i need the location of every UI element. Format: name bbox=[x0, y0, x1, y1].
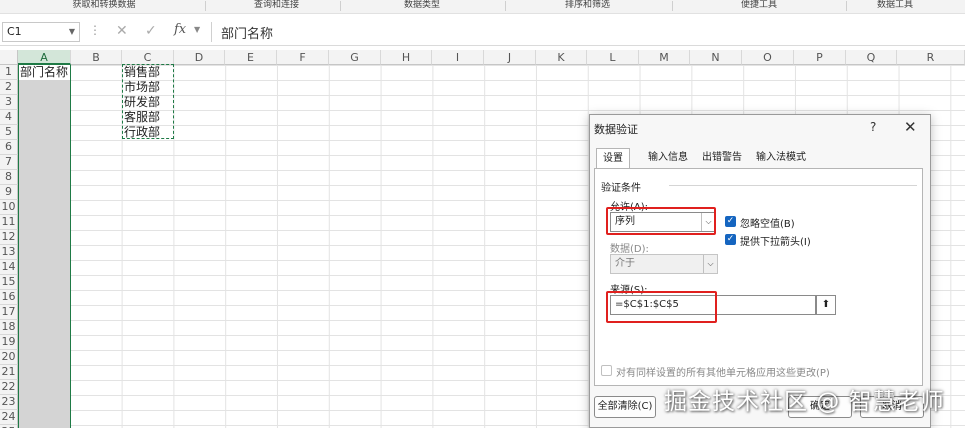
column-header-b[interactable]: B bbox=[71, 50, 122, 65]
apply-all-label: 对有同样设置的所有其他单元格应用这些更改(P) bbox=[616, 368, 830, 379]
row-header-17[interactable]: 17 bbox=[0, 305, 18, 320]
column-header-l[interactable]: L bbox=[587, 50, 639, 65]
ribbon-separator bbox=[846, 1, 847, 11]
in-cell-dropdown-checkbox[interactable]: ✓ bbox=[725, 234, 736, 245]
clear-all-button[interactable]: 全部清除(C) bbox=[594, 396, 656, 418]
tab-ime-mode[interactable]: 输入法模式 bbox=[750, 148, 812, 168]
selected-column-a[interactable] bbox=[18, 65, 71, 428]
column-header-k[interactable]: K bbox=[536, 50, 587, 65]
row-header-20[interactable]: 20 bbox=[0, 350, 18, 365]
column-header-p[interactable]: P bbox=[794, 50, 846, 65]
tab-settings[interactable]: 设置 bbox=[596, 148, 630, 169]
formula-bar: C1 ▼ ⋮ ✕ ✓ fx ▼ 部门名称 bbox=[0, 18, 965, 46]
enter-icon[interactable]: ✓ bbox=[145, 23, 157, 39]
column-header-d[interactable]: D bbox=[174, 50, 225, 65]
row-header-8[interactable]: 8 bbox=[0, 170, 18, 185]
ribbon-separator bbox=[672, 1, 673, 11]
tab-input-message[interactable]: 输入信息 bbox=[642, 148, 694, 168]
column-header-r[interactable]: R bbox=[897, 50, 965, 65]
ribbon-group-bar: 获取和转换数据 查询和连接 数据类型 排序和筛选 便捷工具 数据工具 bbox=[0, 0, 965, 14]
more-icon[interactable]: ⋮ bbox=[89, 23, 101, 37]
in-cell-dropdown-label: 提供下拉箭头(I) bbox=[740, 237, 811, 248]
apply-all-checkbox bbox=[601, 365, 612, 376]
highlight-box bbox=[606, 207, 716, 235]
row-header-18[interactable]: 18 bbox=[0, 320, 18, 335]
ribbon-group-queries: 查询和连接 bbox=[253, 0, 299, 10]
row-header-3[interactable]: 3 bbox=[0, 95, 18, 110]
column-header-e[interactable]: E bbox=[225, 50, 277, 65]
column-header-c[interactable]: C bbox=[122, 50, 174, 65]
help-icon[interactable]: ? bbox=[870, 120, 876, 134]
chevron-down-icon[interactable]: ▼ bbox=[194, 25, 200, 34]
column-header-g[interactable]: G bbox=[329, 50, 381, 65]
data-label: 数据(D): bbox=[610, 244, 649, 255]
ribbon-separator bbox=[505, 1, 506, 11]
chevron-down-icon[interactable]: ▼ bbox=[69, 23, 75, 41]
cancel-icon[interactable]: ✕ bbox=[116, 23, 128, 39]
ribbon-separator bbox=[340, 1, 341, 11]
row-header-1[interactable]: 1 bbox=[0, 65, 18, 80]
column-header-a[interactable]: A bbox=[18, 50, 71, 65]
row-header-10[interactable]: 10 bbox=[0, 200, 18, 215]
select-all-corner[interactable] bbox=[0, 50, 18, 65]
row-header-22[interactable]: 22 bbox=[0, 380, 18, 395]
collapse-dialog-icon[interactable]: ⬆ bbox=[816, 295, 836, 315]
ribbon-group-data-types: 数据类型 bbox=[403, 0, 440, 10]
watermark-text: 掘金技术社区 @ 智慧老师 bbox=[664, 389, 945, 415]
row-header-16[interactable]: 16 bbox=[0, 290, 18, 305]
divider bbox=[211, 22, 212, 42]
column-header-i[interactable]: I bbox=[432, 50, 484, 65]
row-header-23[interactable]: 23 bbox=[0, 395, 18, 410]
data-validation-dialog: 数据验证 ? ✕ 设置 输入信息 出错警告 输入法模式 验证条件 允许(A): … bbox=[589, 114, 931, 428]
settings-panel: 验证条件 允许(A): 序列 ⌵ ✓ 忽略空值(B) ✓ 提供下拉箭头(I) 数… bbox=[594, 168, 923, 386]
divider bbox=[669, 185, 917, 186]
ribbon-group-get-transform: 获取和转换数据 bbox=[72, 0, 136, 10]
data-select-value: 介于 bbox=[615, 258, 635, 269]
row-header-2[interactable]: 2 bbox=[0, 80, 18, 95]
row-header-15[interactable]: 15 bbox=[0, 275, 18, 290]
ignore-blank-label: 忽略空值(B) bbox=[740, 219, 795, 230]
ribbon-group-sort-filter: 排序和筛选 bbox=[564, 0, 610, 10]
column-header-n[interactable]: N bbox=[690, 50, 742, 65]
row-header-13[interactable]: 13 bbox=[0, 245, 18, 260]
section-label: 验证条件 bbox=[601, 183, 641, 194]
column-header-f[interactable]: F bbox=[277, 50, 329, 65]
row-header-9[interactable]: 9 bbox=[0, 185, 18, 200]
row-header-14[interactable]: 14 bbox=[0, 260, 18, 275]
insert-function-icon[interactable]: fx bbox=[174, 22, 186, 37]
row-header-24[interactable]: 24 bbox=[0, 410, 18, 425]
data-select: 介于 ⌵ bbox=[610, 254, 718, 274]
row-header-11[interactable]: 11 bbox=[0, 215, 18, 230]
name-box[interactable]: C1 ▼ bbox=[2, 22, 80, 42]
ignore-blank-checkbox[interactable]: ✓ bbox=[725, 216, 736, 227]
column-header-q[interactable]: Q bbox=[846, 50, 897, 65]
chevron-down-icon: ⌵ bbox=[703, 255, 717, 273]
ribbon-group-data-tools: 数据工具 bbox=[876, 0, 913, 10]
dialog-title: 数据验证 bbox=[594, 123, 638, 136]
highlight-box bbox=[606, 291, 717, 323]
ribbon-separator bbox=[205, 1, 206, 11]
formula-input[interactable]: 部门名称 bbox=[221, 23, 273, 42]
row-header-5[interactable]: 5 bbox=[0, 125, 18, 140]
ribbon-group-tools: 便捷工具 bbox=[740, 0, 777, 10]
row-header-6[interactable]: 6 bbox=[0, 140, 18, 155]
column-header-j[interactable]: J bbox=[484, 50, 536, 65]
column-header-h[interactable]: H bbox=[381, 50, 432, 65]
row-header-7[interactable]: 7 bbox=[0, 155, 18, 170]
column-header-m[interactable]: M bbox=[639, 50, 690, 65]
row-header-4[interactable]: 4 bbox=[0, 110, 18, 125]
column-header-o[interactable]: O bbox=[742, 50, 794, 65]
close-icon[interactable]: ✕ bbox=[904, 118, 917, 136]
row-header-21[interactable]: 21 bbox=[0, 365, 18, 380]
copy-marquee bbox=[122, 64, 174, 139]
row-header-12[interactable]: 12 bbox=[0, 230, 18, 245]
tab-error-alert[interactable]: 出错警告 bbox=[696, 148, 748, 168]
row-header-19[interactable]: 19 bbox=[0, 335, 18, 350]
cell-a1[interactable]: 部门名称 bbox=[19, 65, 70, 80]
name-box-value: C1 bbox=[7, 25, 22, 38]
